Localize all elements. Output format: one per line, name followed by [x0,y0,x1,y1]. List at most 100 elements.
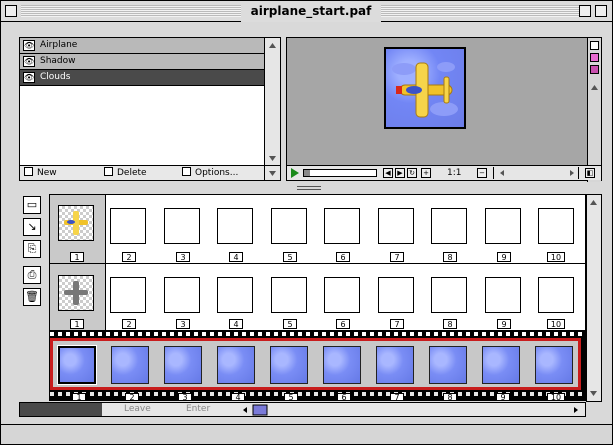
new-layer-button[interactable]: New [24,167,57,179]
options-icon [182,167,191,176]
airplane-shadow-icon [64,281,88,305]
hscroll-right-arrow-icon[interactable] [568,404,584,416]
airplane-icon [64,211,88,235]
frame-thumb[interactable] [271,277,307,313]
chevron-down-icon [269,171,276,176]
film-frame[interactable] [482,346,520,384]
eye-icon[interactable]: 👁 [23,56,35,67]
loop-button[interactable]: ↻ [407,168,417,178]
frame-thumb[interactable] [378,277,414,313]
zoom-out-button[interactable]: − [477,168,487,178]
frame-thumb[interactable] [217,208,253,244]
frame-thumb[interactable] [271,208,307,244]
view-mode-icon[interactable] [590,41,599,50]
film-frame[interactable] [270,346,308,384]
frame-number: 10 [547,319,565,329]
film-frame[interactable] [429,346,467,384]
slider-thumb[interactable] [304,170,310,176]
frame-thumb[interactable] [110,208,146,244]
film-frame[interactable] [535,346,573,384]
layer-name: Shadow [40,56,76,66]
frame-thumb[interactable] [431,208,467,244]
preview-scroll-arrows-icon[interactable] [588,78,601,178]
close-box[interactable] [5,5,17,17]
hscroll-dark-area [20,403,102,416]
film-frame-number: 2 [125,393,139,400]
film-frame-number: 6 [337,393,351,400]
new-label: New [37,168,57,178]
film-frame[interactable] [111,346,149,384]
grid-hscrollbar[interactable]: Leave Enter [19,402,586,417]
film-frame[interactable] [57,345,97,385]
zoom-in-button[interactable]: + [421,168,431,178]
frame-thumb[interactable] [485,277,521,313]
layer-row-shadow[interactable]: 👁 Shadow [20,54,264,70]
clouds-filmstrip: 1 2 3 4 5 6 7 8 9 10 [50,330,585,400]
title-bar[interactable]: airplane_start.paf [1,1,612,22]
grid-vscrollbar[interactable] [586,194,602,402]
frame-thumb[interactable] [217,277,253,313]
playback-controls: ◀ ▶ ↻ + 1:1 − ◧ [287,165,601,180]
frame-thumb[interactable] [164,208,200,244]
layers-scroll-down[interactable] [264,166,280,180]
frame-thumb[interactable] [110,277,146,313]
hscroll-left-arrow-icon[interactable] [235,404,275,416]
eye-icon[interactable]: 👁 [23,72,35,83]
frame-thumb[interactable] [164,277,200,313]
frame-thumb[interactable] [324,277,360,313]
frame-thumb[interactable] [485,208,521,244]
trash-icon [104,167,113,176]
frame-thumb[interactable] [378,208,414,244]
frame-number: 5 [283,252,297,262]
play-icon[interactable] [290,168,300,178]
frame-thumb[interactable] [431,277,467,313]
frame-thumb-shadow-1[interactable] [58,275,94,311]
frame-number: 4 [229,319,243,329]
trash-icon[interactable]: 🗑 [23,288,41,306]
frame-number: 9 [497,319,511,329]
previous-frame-button[interactable]: ◀ [383,168,393,178]
layers-panel: 👁 Airplane 👁 Shadow 👁 Clouds New Delete [19,37,281,181]
window-title: airplane_start.paf [241,1,381,22]
film-frame[interactable] [376,346,414,384]
film-frame-number: 8 [443,393,457,400]
delete-layer-button[interactable]: Delete [104,167,147,179]
film-frame-number: 9 [496,393,510,400]
preview-image [384,47,466,129]
frame-number: 2 [122,252,136,262]
resize-grip-icon[interactable]: ◧ [585,168,595,178]
frame-thumb-airplane-1[interactable] [58,205,94,241]
layers-scrollbar[interactable] [264,38,280,166]
layer-options-button[interactable]: Options... [182,167,238,179]
film-frame[interactable] [323,346,361,384]
film-frame[interactable] [164,346,202,384]
layer-row-clouds[interactable]: 👁 Clouds [20,70,264,86]
pane-splitter[interactable] [297,186,321,190]
preview-hscroll[interactable] [493,167,579,179]
frame-number: 6 [336,319,350,329]
frame-slider[interactable] [303,169,377,177]
collapse-box[interactable] [595,5,607,17]
frame-thumb[interactable] [324,208,360,244]
export-icon[interactable]: ⎙ [23,266,41,284]
frame-thumb[interactable] [538,208,574,244]
frame-number: 7 [390,252,404,262]
onion-skin-icon[interactable] [590,65,599,74]
tools-column: ▭ ↘ ⎘ ⎙ 🗑 [19,194,49,402]
frame-number: 2 [122,319,136,329]
eye-icon[interactable]: 👁 [23,40,35,51]
frame-number: 6 [336,252,350,262]
select-arrow-icon[interactable]: ↘ [23,218,41,236]
frame-thumb[interactable] [538,277,574,313]
next-frame-button[interactable]: ▶ [395,168,405,178]
zoom-box[interactable] [579,5,591,17]
zoom-level: 1:1 [447,168,462,178]
film-frame-number: 5 [284,393,298,400]
film-frame[interactable] [217,346,255,384]
paste-icon[interactable]: ⎘ [23,240,41,258]
layer-row-airplane[interactable]: 👁 Airplane [20,38,264,54]
status-bar [1,424,612,444]
filmstrip-view-icon[interactable]: ▭ [23,196,41,214]
frame-number: 3 [176,319,190,329]
color-mode-icon[interactable] [590,53,599,62]
